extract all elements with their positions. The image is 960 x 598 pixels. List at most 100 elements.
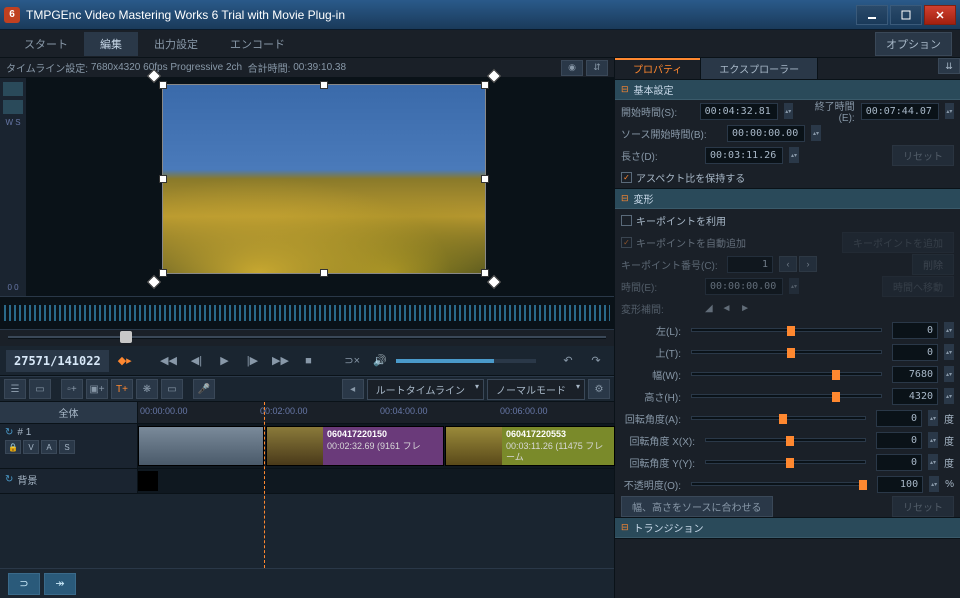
spinner[interactable]: ▴▾ [945, 103, 954, 119]
spinner[interactable]: ▴▾ [789, 147, 799, 163]
play-button[interactable]: ▶ [212, 350, 236, 372]
selection-frame[interactable] [162, 84, 486, 274]
tab-output[interactable]: 出力設定 [138, 32, 214, 56]
marker-icon[interactable]: ◆▸ [113, 350, 137, 372]
spinner[interactable]: ▴▾ [944, 344, 954, 360]
spinner[interactable]: ▴▾ [944, 388, 954, 404]
start-time-input[interactable] [700, 103, 778, 120]
ruler-header[interactable]: 全体 [0, 402, 138, 423]
resize-handle[interactable] [320, 81, 328, 89]
gear-icon[interactable]: ⚙ [588, 379, 610, 399]
spinner[interactable]: ▴▾ [928, 432, 938, 448]
opacity-slider[interactable] [691, 482, 867, 486]
tab-properties[interactable]: プロパティ [615, 58, 701, 79]
audio-waveform[interactable] [0, 296, 614, 330]
rotation-y-input[interactable] [876, 454, 922, 471]
keypoint-checkbox[interactable]: キーポイントを利用 [621, 213, 726, 228]
audio-toggle[interactable]: A [41, 440, 57, 454]
tab-edit[interactable]: 編集 [84, 32, 138, 56]
return-button[interactable]: ⊃ [8, 573, 40, 595]
rotation-x-slider[interactable] [705, 438, 866, 442]
width-slider[interactable] [691, 372, 882, 376]
rotation-slider[interactable] [691, 416, 866, 420]
settings-icon[interactable]: ⇵ [586, 60, 608, 76]
fast-fwd-button[interactable]: ▶▶ [268, 350, 292, 372]
top-input[interactable] [892, 344, 938, 361]
eye-toggle-icon[interactable]: ◉ [561, 60, 583, 76]
rewind-button[interactable]: ◀◀ [156, 350, 180, 372]
scrub-thumb[interactable] [120, 331, 132, 343]
resize-handle[interactable] [159, 175, 167, 183]
tab-start[interactable]: スタート [8, 32, 84, 56]
scrub-bar[interactable] [0, 330, 614, 346]
section-header[interactable]: トランジション [615, 518, 960, 538]
aspect-checkbox[interactable]: ✓アスペクト比を保持する [621, 170, 745, 185]
volume-slider[interactable] [396, 359, 536, 363]
stop-button[interactable]: ■ [296, 350, 320, 372]
rotate-handle[interactable] [487, 275, 501, 289]
spinner[interactable]: ▴▾ [784, 103, 793, 119]
top-slider[interactable] [691, 350, 882, 354]
collapse-icon[interactable]: ⇊ [938, 58, 960, 74]
resize-handle[interactable] [159, 269, 167, 277]
width-input[interactable] [892, 366, 938, 383]
maximize-button[interactable] [890, 5, 922, 25]
resize-handle[interactable] [481, 269, 489, 277]
step-back-button[interactable]: ◀| [184, 350, 208, 372]
height-slider[interactable] [691, 394, 882, 398]
undo-button[interactable]: ↶ [556, 350, 580, 372]
spinner[interactable]: ▴▾ [811, 125, 821, 141]
clip[interactable]: 06041722015000:02:32.69 (9161 フレ [266, 426, 444, 466]
height-input[interactable] [892, 388, 938, 405]
solo-toggle[interactable]: S [59, 440, 75, 454]
resize-handle[interactable] [320, 269, 328, 277]
rotation-y-slider[interactable] [705, 460, 866, 464]
opacity-input[interactable] [877, 476, 923, 493]
forward-button[interactable]: ↠ [44, 573, 76, 595]
end-time-input[interactable] [861, 103, 939, 120]
spinner[interactable]: ▴▾ [944, 322, 954, 338]
video-toggle[interactable]: V [23, 440, 39, 454]
timeline-select[interactable]: ルートタイムライン [367, 379, 484, 400]
lock-icon[interactable]: 🔒 [5, 440, 21, 454]
spinner[interactable]: ▴▾ [929, 476, 939, 492]
section-header[interactable]: 変形 [615, 189, 960, 209]
track-header[interactable]: ↻背景 [0, 469, 138, 493]
add-text-icon[interactable]: T+ [111, 379, 133, 399]
resize-handle[interactable] [481, 175, 489, 183]
left-input[interactable] [892, 322, 938, 339]
reset-button[interactable]: リセット [892, 496, 954, 517]
loop-icon[interactable]: ↻ [5, 474, 13, 485]
layout-icon[interactable]: ▭ [29, 379, 51, 399]
resize-handle[interactable] [481, 81, 489, 89]
list-icon[interactable]: ☰ [4, 379, 26, 399]
tab-encode[interactable]: エンコード [214, 32, 301, 56]
spinner[interactable]: ▴▾ [928, 410, 938, 426]
left-slider[interactable] [691, 328, 882, 332]
section-header[interactable]: 基本設定 [615, 80, 960, 100]
bg-clip[interactable] [138, 471, 158, 491]
volume-icon[interactable]: 🔊 [368, 350, 392, 372]
rotation-input[interactable] [876, 410, 922, 427]
prev-button[interactable]: ◂ [342, 379, 364, 399]
clip[interactable] [138, 426, 264, 466]
color-wheel-icon[interactable]: ❋ [136, 379, 158, 399]
mic-icon[interactable]: 🎤 [193, 379, 215, 399]
loop-button[interactable]: ⊃× [340, 350, 364, 372]
rotation-x-input[interactable] [876, 432, 922, 449]
ruler[interactable]: 全体 00:00:00.00 00:02:00.00 00:04:00.00 0… [0, 402, 614, 424]
step-fwd-button[interactable]: |▶ [240, 350, 264, 372]
redo-button[interactable]: ↷ [584, 350, 608, 372]
track-lane[interactable]: 06041722015000:02:32.69 (9161 フレ 0604172… [138, 424, 614, 468]
add-clip-icon[interactable]: ▫+ [61, 379, 83, 399]
rotate-handle[interactable] [147, 275, 161, 289]
options-button[interactable]: オプション [875, 32, 952, 56]
track-header[interactable]: ↻# 1 🔒 V A S [0, 424, 138, 468]
mask-icon[interactable]: ▭ [161, 379, 183, 399]
tab-explorer[interactable]: エクスプローラー [701, 58, 818, 79]
spinner[interactable]: ▴▾ [928, 454, 938, 470]
spinner[interactable]: ▴▾ [944, 366, 954, 382]
resize-handle[interactable] [159, 81, 167, 89]
fit-source-button[interactable]: 幅、高さをソースに合わせる [621, 496, 773, 517]
track-lane[interactable] [138, 469, 614, 493]
